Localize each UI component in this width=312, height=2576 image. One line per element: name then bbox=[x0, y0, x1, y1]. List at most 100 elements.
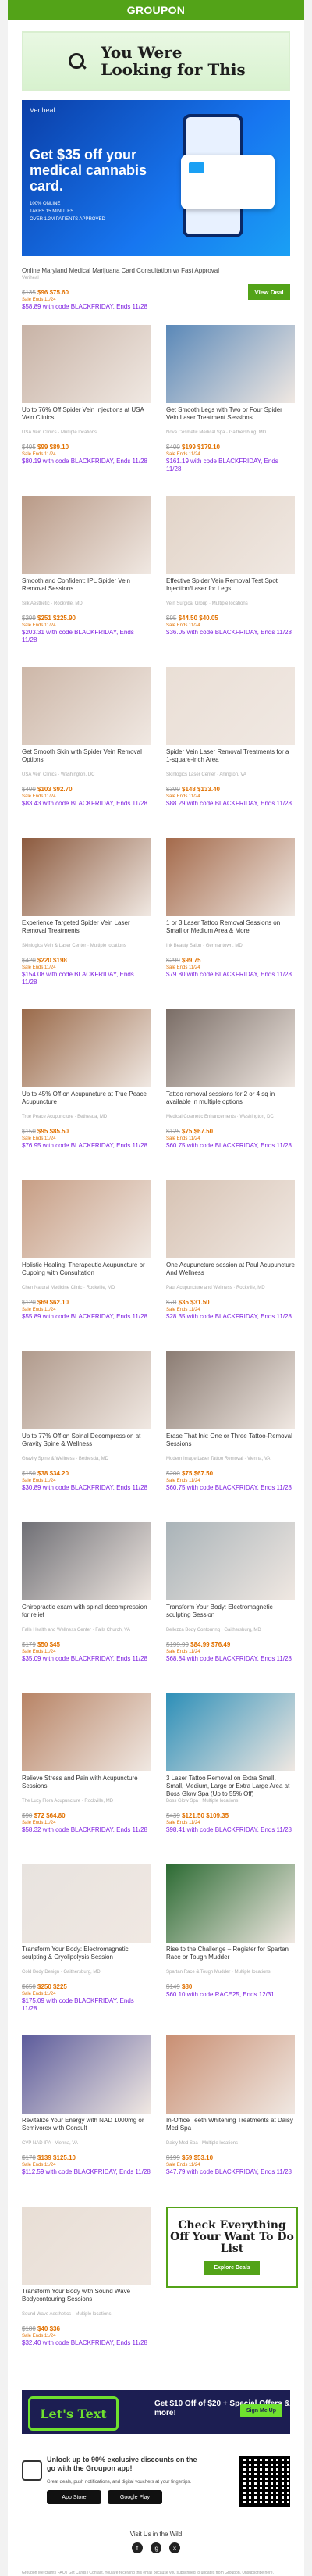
deal-title[interactable]: Transform Your Body with Sound Wave Body… bbox=[22, 2288, 151, 2311]
deal-card[interactable]: Tattoo removal sessions for 2 or 4 sq in… bbox=[166, 1009, 295, 1177]
featured-deal[interactable]: Online Maryland Medical Marijuana Card C… bbox=[22, 267, 290, 311]
deal-card[interactable]: Up to 45% Off on Acupuncture at True Pea… bbox=[22, 1009, 151, 1177]
deal-image[interactable] bbox=[22, 2035, 151, 2114]
deal-title[interactable]: Tattoo removal sessions for 2 or 4 sq in… bbox=[166, 1090, 295, 1114]
deal-image[interactable] bbox=[22, 1351, 151, 1429]
deal-image[interactable] bbox=[22, 1864, 151, 1943]
veriheal-banner[interactable]: Veriheal Get $35 off your medical cannab… bbox=[22, 100, 290, 256]
deal-card[interactable]: Up to 76% Off Spider Vein Injections at … bbox=[22, 325, 151, 493]
sign-me-up-button[interactable]: Sign Me Up bbox=[239, 2404, 282, 2417]
deal-card[interactable]: One Acupuncture session at Paul Acupunct… bbox=[166, 1180, 295, 1348]
deal-card[interactable]: Experience Targeted Spider Vein Laser Re… bbox=[22, 838, 151, 1006]
banner-brand: Veriheal bbox=[30, 106, 55, 114]
deal-image[interactable] bbox=[166, 1009, 295, 1087]
deal-image[interactable] bbox=[166, 1522, 295, 1600]
deal-sale-price: $99.75 bbox=[182, 957, 201, 964]
deal-promo: $161.19 with code BLACKFRIDAY, Ends 11/2… bbox=[166, 458, 278, 473]
deal-card[interactable]: Get Smooth Skin with Spider Vein Removal… bbox=[22, 667, 151, 835]
deal-image[interactable] bbox=[22, 667, 151, 745]
deal-title[interactable]: Transform Your Body: Electromagnetic scu… bbox=[22, 1946, 151, 1969]
deal-image[interactable] bbox=[166, 1180, 295, 1258]
deal-title[interactable]: One Acupuncture session at Paul Acupunct… bbox=[166, 1261, 295, 1285]
checklist-card[interactable]: Check Everything Off Your Want To Do Lis… bbox=[166, 2207, 298, 2374]
deal-card[interactable]: 3 Laser Tattoo Removal on Extra Small, S… bbox=[166, 1693, 295, 1861]
deal-title[interactable]: Erase That Ink: One or Three Tattoo-Remo… bbox=[166, 1432, 295, 1456]
deal-sale-ends: Sale Ends 11/24 bbox=[166, 1136, 200, 1141]
deal-image[interactable] bbox=[166, 325, 295, 403]
deal-card[interactable]: Chiropractic exam with spinal decompress… bbox=[22, 1522, 151, 1690]
deal-image[interactable] bbox=[166, 667, 295, 745]
instagram-icon[interactable]: ig bbox=[151, 2542, 161, 2553]
deal-title[interactable]: 1 or 3 Laser Tattoo Removal Sessions on … bbox=[166, 919, 295, 943]
deal-card[interactable]: Relieve Stress and Pain with Acupuncture… bbox=[22, 1693, 151, 1861]
deal-sale-price: $95 $85.50 bbox=[37, 1128, 69, 1135]
deal-old-price: $300 bbox=[166, 786, 180, 793]
deal-price: $300 $148 $133.40 bbox=[166, 786, 295, 794]
deal-sale-ends: Sale Ends 11/24 bbox=[22, 2334, 56, 2339]
view-deal-button[interactable]: View Deal bbox=[248, 284, 290, 300]
deal-image[interactable] bbox=[166, 1351, 295, 1429]
deal-title[interactable]: Experience Targeted Spider Vein Laser Re… bbox=[22, 919, 151, 943]
deal-card[interactable]: Transform Your Body: Electromagnetic scu… bbox=[22, 1864, 151, 2032]
deal-image[interactable] bbox=[22, 838, 151, 916]
deal-card[interactable]: Transform Your Body with Sound Wave Body… bbox=[22, 2207, 151, 2374]
deal-title[interactable]: 3 Laser Tattoo Removal on Extra Small, S… bbox=[166, 1775, 295, 1798]
deal-title[interactable]: Revitalize Your Energy with NAD 1000mg o… bbox=[22, 2117, 151, 2140]
deal-image[interactable] bbox=[22, 1180, 151, 1258]
deal-card[interactable]: Rise to the Challenge – Register for Spa… bbox=[166, 1864, 295, 2032]
deal-title[interactable]: Spider Vein Laser Removal Treatments for… bbox=[166, 748, 295, 772]
app-store-button[interactable]: App Store bbox=[47, 2490, 101, 2504]
deal-card[interactable]: Get Smooth Legs with Two or Four Spider … bbox=[166, 325, 295, 493]
deal-sale-price: $38 $34.20 bbox=[37, 1470, 69, 1477]
deal-image[interactable] bbox=[166, 496, 295, 574]
deal-title[interactable]: Up to 76% Off Spider Vein Injections at … bbox=[22, 406, 151, 430]
checklist-box[interactable]: Check Everything Off Your Want To Do Lis… bbox=[166, 2207, 298, 2288]
deal-card[interactable]: Holistic Healing: Therapeutic Acupunctur… bbox=[22, 1180, 151, 1348]
deal-title[interactable]: Up to 77% Off on Spinal Decompression at… bbox=[22, 1432, 151, 1456]
deal-card[interactable]: Smooth and Confident: IPL Spider Vein Re… bbox=[22, 496, 151, 664]
deal-card[interactable]: Effective Spider Vein Removal Test Spot … bbox=[166, 496, 295, 664]
social-heading: Visit Us in the Wild bbox=[129, 2531, 183, 2538]
featured-title[interactable]: Online Maryland Medical Marijuana Card C… bbox=[22, 267, 232, 275]
deal-card[interactable]: Up to 77% Off on Spinal Decompression at… bbox=[22, 1351, 151, 1519]
deal-image[interactable] bbox=[22, 325, 151, 403]
x-icon[interactable]: x bbox=[169, 2542, 180, 2553]
deal-title[interactable]: Rise to the Challenge – Register for Spa… bbox=[166, 1946, 295, 1969]
deal-image[interactable] bbox=[22, 496, 151, 574]
lets-text-badge: Let's Text bbox=[28, 2396, 119, 2431]
deal-image[interactable] bbox=[166, 2035, 295, 2114]
hero-banner[interactable]: You Were Looking for This bbox=[22, 31, 290, 91]
groupon-logo[interactable]: GROUPON bbox=[127, 4, 185, 16]
deal-card[interactable]: In-Office Teeth Whitening Treatments at … bbox=[166, 2035, 295, 2203]
deal-title[interactable]: Chiropractic exam with spinal decompress… bbox=[22, 1604, 151, 1627]
deal-card[interactable]: Erase That Ink: One or Three Tattoo-Remo… bbox=[166, 1351, 295, 1519]
deal-image[interactable] bbox=[22, 2207, 151, 2285]
deal-image[interactable] bbox=[166, 1864, 295, 1943]
deal-price: $420 $220 $198 bbox=[22, 957, 151, 965]
deal-card[interactable]: Spider Vein Laser Removal Treatments for… bbox=[166, 667, 295, 835]
deal-title[interactable]: Get Smooth Legs with Two or Four Spider … bbox=[166, 406, 295, 430]
deal-title[interactable]: Effective Spider Vein Removal Test Spot … bbox=[166, 577, 295, 601]
explore-deals-button[interactable]: Explore Deals bbox=[204, 2261, 260, 2275]
deal-card[interactable]: Transform Your Body: Electromagnetic scu… bbox=[166, 1522, 295, 1690]
deal-image[interactable] bbox=[22, 1693, 151, 1771]
deal-title[interactable]: Transform Your Body: Electromagnetic scu… bbox=[166, 1604, 295, 1627]
google-play-button[interactable]: Google Play bbox=[108, 2490, 162, 2504]
text-signup-banner[interactable]: Let's Text Get $10 Off of $20 + Special … bbox=[22, 2390, 290, 2434]
deal-image[interactable] bbox=[22, 1009, 151, 1087]
deal-card[interactable]: 1 or 3 Laser Tattoo Removal Sessions on … bbox=[166, 838, 295, 1006]
facebook-icon[interactable]: f bbox=[132, 2542, 143, 2553]
deal-title[interactable]: In-Office Teeth Whitening Treatments at … bbox=[166, 2117, 295, 2140]
deal-title[interactable]: Holistic Healing: Therapeutic Acupunctur… bbox=[22, 1261, 151, 1285]
deal-sale-price: $72 $64.80 bbox=[34, 1812, 66, 1819]
deal-image[interactable] bbox=[166, 1693, 295, 1771]
deal-image[interactable] bbox=[166, 838, 295, 916]
deal-title[interactable]: Smooth and Confident: IPL Spider Vein Re… bbox=[22, 577, 151, 601]
deal-card[interactable]: Revitalize Your Energy with NAD 1000mg o… bbox=[22, 2035, 151, 2203]
deal-image[interactable] bbox=[22, 1522, 151, 1600]
deal-title[interactable]: Up to 45% Off on Acupuncture at True Pea… bbox=[22, 1090, 151, 1114]
deal-title[interactable]: Get Smooth Skin with Spider Vein Removal… bbox=[22, 748, 151, 772]
deal-title[interactable]: Relieve Stress and Pain with Acupuncture… bbox=[22, 1775, 151, 1798]
deal-old-price: $650 bbox=[22, 1983, 36, 1990]
deal-price: $199.99 $84.99 $76.49 bbox=[166, 1641, 295, 1649]
